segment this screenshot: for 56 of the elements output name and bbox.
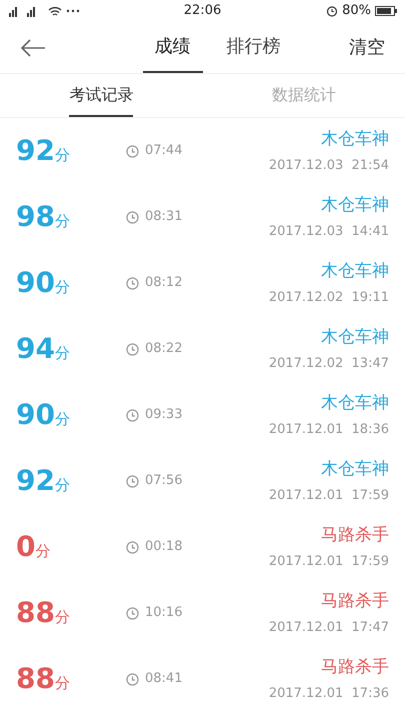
score-text: 88分 [16, 661, 71, 697]
clock-icon [126, 210, 139, 224]
nav-tab[interactable]: 排行榜 [214, 22, 292, 73]
sub-tab[interactable]: 考试记录 [69, 74, 134, 117]
duration-text: 08:12 [145, 274, 182, 292]
alarm-icon [326, 5, 338, 17]
score-text: 92分 [16, 463, 71, 499]
wifi-icon [48, 6, 62, 16]
duration-text: 08:31 [145, 208, 182, 226]
title-text: 马路杀手 [321, 524, 389, 546]
title-text: 木仓车神 [321, 128, 389, 150]
clock-icon [126, 474, 139, 488]
title-text: 木仓车神 [321, 326, 389, 348]
score-text: 0分 [16, 529, 52, 565]
date-text: 2017.12.01 17:36 [268, 685, 389, 703]
date-text: 2017.12.01 18:36 [268, 421, 389, 439]
date-text: 2017.12.01 17:59 [268, 553, 389, 571]
clock-icon [126, 606, 139, 620]
title-text: 木仓车神 [321, 260, 389, 282]
title-text: 木仓车神 [321, 392, 389, 414]
duration-text: 00:18 [145, 538, 182, 556]
date-text: 2017.12.02 13:47 [268, 355, 389, 373]
clock-icon [126, 540, 139, 554]
date-text: 2017.12.01 17:59 [268, 487, 389, 505]
battery-icon [375, 6, 397, 16]
duration-text: 08:41 [145, 670, 182, 688]
title-text: 木仓车神 [321, 458, 389, 480]
duration-text: 09:33 [145, 406, 182, 424]
date-text: 2017.12.02 19:11 [268, 289, 389, 307]
status-time: 22:06 [184, 2, 222, 20]
duration-text: 08:22 [145, 340, 182, 358]
duration-text: 07:44 [145, 142, 182, 160]
date-text: 2017.12.01 17:47 [268, 619, 389, 637]
battery-percent: 80% [342, 2, 371, 20]
title-text: 马路杀手 [321, 590, 389, 612]
score-text: 98分 [16, 199, 71, 235]
title-text: 木仓车神 [321, 194, 389, 216]
clock-icon [126, 672, 139, 686]
back-arrow-icon [20, 38, 46, 56]
nav-tab[interactable]: 成绩 [142, 22, 202, 73]
duration-text: 10:16 [145, 604, 182, 622]
clock-icon [126, 408, 139, 422]
clock-icon [126, 144, 139, 158]
clock-icon [126, 276, 139, 290]
duration-text: 07:56 [145, 472, 182, 490]
date-text: 2017.12.03 21:54 [268, 157, 389, 175]
more-icon [66, 9, 80, 13]
score-text: 92分 [16, 133, 71, 169]
score-text: 90分 [16, 397, 71, 433]
score-text: 94分 [16, 331, 71, 367]
score-text: 88分 [16, 595, 71, 631]
title-text: 马路杀手 [321, 656, 389, 678]
clear-button[interactable]: 清空 [335, 22, 405, 73]
score-text: 90分 [16, 265, 71, 301]
clock-icon [126, 342, 139, 356]
date-text: 2017.12.03 14:41 [268, 223, 389, 241]
